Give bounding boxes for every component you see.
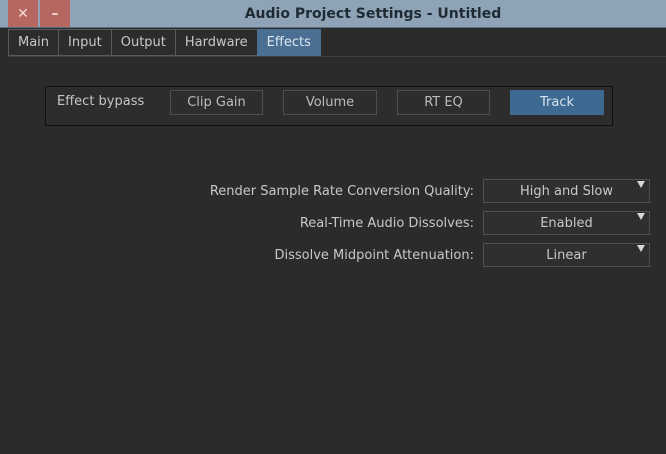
render-src-quality-dropdown[interactable]: High and Slow bbox=[483, 179, 650, 203]
tab-bar: Main Input Output Hardware Effects bbox=[8, 29, 321, 56]
render-src-quality-label: Render Sample Rate Conversion Quality: bbox=[209, 184, 474, 199]
dissolve-attenuation-label: Dissolve Midpoint Attenuation: bbox=[274, 248, 474, 263]
close-icon[interactable]: ✕ bbox=[8, 0, 38, 27]
title-bar: ✕ – Audio Project Settings - Untitled bbox=[0, 0, 666, 28]
render-src-quality-value: High and Slow bbox=[519, 183, 614, 199]
rt-eq-button[interactable]: RT EQ bbox=[397, 90, 490, 115]
realtime-dissolves-label: Real-Time Audio Dissolves: bbox=[299, 216, 474, 231]
window-title: Audio Project Settings - Untitled bbox=[244, 5, 502, 22]
chevron-down-icon bbox=[637, 213, 645, 220]
clip-gain-button[interactable]: Clip Gain bbox=[170, 90, 263, 115]
realtime-dissolves-dropdown[interactable]: Enabled bbox=[483, 211, 650, 235]
realtime-dissolves-value: Enabled bbox=[540, 215, 593, 231]
tab-hardware[interactable]: Hardware bbox=[174, 29, 257, 56]
chevron-down-icon bbox=[637, 245, 645, 252]
tab-main[interactable]: Main bbox=[8, 29, 59, 56]
minimize-icon[interactable]: – bbox=[40, 0, 70, 27]
tab-output[interactable]: Output bbox=[110, 29, 175, 56]
effect-bypass-label: Effect bypass bbox=[57, 94, 145, 109]
effect-bypass-group: Effect bypass Clip Gain Volume RT EQ Tra… bbox=[45, 86, 613, 126]
dissolve-attenuation-dropdown[interactable]: Linear bbox=[483, 243, 650, 267]
tab-input[interactable]: Input bbox=[58, 29, 111, 56]
track-button[interactable]: Track bbox=[510, 90, 604, 115]
effects-panel: Effect bypass Clip Gain Volume RT EQ Tra… bbox=[8, 56, 666, 454]
tab-effects[interactable]: Effects bbox=[256, 29, 321, 56]
dissolve-attenuation-value: Linear bbox=[546, 247, 587, 263]
volume-button[interactable]: Volume bbox=[283, 90, 377, 115]
chevron-down-icon bbox=[637, 181, 645, 188]
